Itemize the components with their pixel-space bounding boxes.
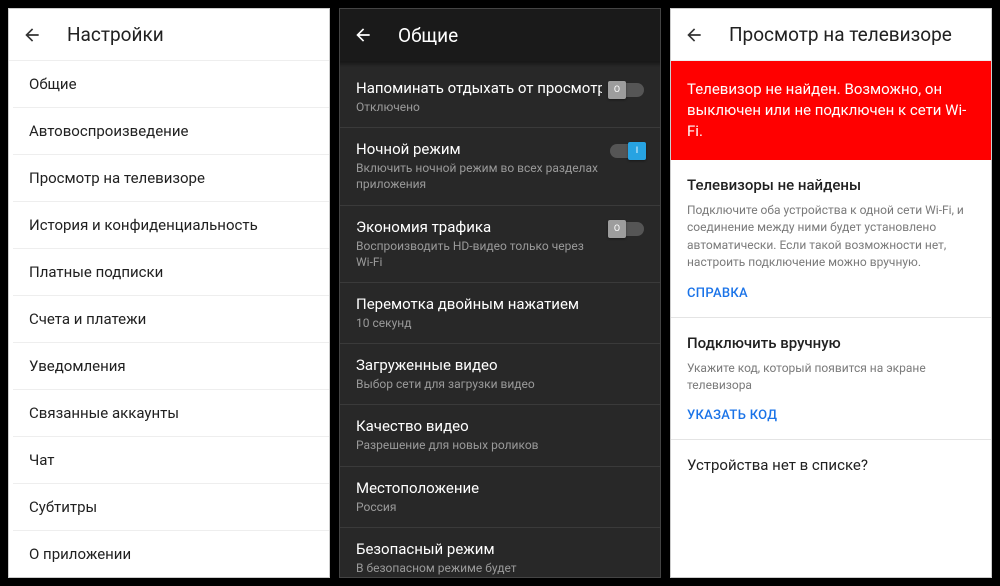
- toggle[interactable]: I: [610, 144, 644, 158]
- section-title: Подключить вручную: [687, 334, 975, 352]
- settings-item-notifications[interactable]: Уведомления: [13, 343, 329, 390]
- row-title: Перемотка двойным нажатием: [356, 295, 644, 313]
- appbar: Настройки: [9, 9, 329, 61]
- settings-item-tv[interactable]: Просмотр на телевизоре: [13, 155, 329, 202]
- row-subtitle: Отключено: [356, 99, 602, 115]
- settings-item-accounts[interactable]: Связанные аккаунты: [13, 390, 329, 437]
- row-video-quality[interactable]: Качество видео Разрешение для новых роли…: [340, 405, 660, 466]
- row-title: Напоминать отдыхать от просмотра: [356, 79, 602, 97]
- help-link[interactable]: СПРАВКА: [687, 286, 748, 301]
- row-subtitle: Воспроизводить HD-видео только через Wi-…: [356, 238, 602, 270]
- screen-tv: Просмотр на телевизоре Телевизор не найд…: [670, 8, 992, 578]
- row-title: Местоположение: [356, 479, 644, 497]
- page-title: Просмотр на телевизоре: [729, 23, 952, 46]
- row-title: Ночной режим: [356, 140, 602, 158]
- settings-item-subtitles[interactable]: Субтитры: [13, 484, 329, 531]
- toggle-knob: O: [608, 220, 626, 238]
- row-downloads[interactable]: Загруженные видео Выбор сети для загрузк…: [340, 344, 660, 405]
- section-title: Устройства нет в списке?: [687, 456, 975, 474]
- row-location[interactable]: Местоположение Россия: [340, 467, 660, 528]
- row-title: Загруженные видео: [356, 356, 644, 374]
- settings-item-general[interactable]: Общие: [13, 61, 329, 108]
- section-manual-connect: Подключить вручную Укажите код, который …: [671, 318, 991, 441]
- settings-item-billing[interactable]: Счета и платежи: [13, 296, 329, 343]
- row-subtitle: Выбор сети для загрузки видео: [356, 376, 644, 392]
- row-safe-mode[interactable]: Безопасный режим В безопасном режиме буд…: [340, 528, 660, 578]
- section-device-missing[interactable]: Устройства нет в списке?: [671, 440, 991, 490]
- row-subtitle: 10 секунд: [356, 315, 644, 331]
- page-title: Общие: [398, 24, 458, 47]
- back-arrow-icon[interactable]: [683, 24, 705, 46]
- appbar: Просмотр на телевизоре: [671, 9, 991, 61]
- row-title: Экономия трафика: [356, 218, 602, 236]
- settings-item-paid[interactable]: Платные подписки: [13, 249, 329, 296]
- row-subtitle: Включить ночной режим во всех разделах п…: [356, 160, 602, 192]
- row-double-tap-seek[interactable]: Перемотка двойным нажатием 10 секунд: [340, 283, 660, 344]
- back-arrow-icon[interactable]: [352, 24, 374, 46]
- row-subtitle: Россия: [356, 499, 644, 515]
- back-arrow-icon[interactable]: [21, 24, 43, 46]
- row-subtitle: Разрешение для новых роликов: [356, 437, 644, 453]
- toggle-knob: I: [628, 142, 646, 160]
- settings-item-history[interactable]: История и конфиденциальность: [13, 202, 329, 249]
- settings-item-autoplay[interactable]: Автовоспроизведение: [13, 108, 329, 155]
- screen-settings: Настройки Общие Автовоспроизведение Прос…: [8, 8, 330, 578]
- row-title: Качество видео: [356, 417, 644, 435]
- general-list: Напоминать отдыхать от просмотра Отключе…: [340, 67, 660, 578]
- section-title: Телевизоры не найдены: [687, 176, 975, 194]
- row-subtitle: В безопасном режиме будет скрыт контент,…: [356, 560, 546, 578]
- section-no-tv-found: Телевизоры не найдены Подключите оба уст…: [671, 160, 991, 318]
- row-dark-mode[interactable]: Ночной режим Включить ночной режим во вс…: [340, 128, 660, 205]
- appbar: Общие: [340, 9, 660, 61]
- error-banner: Телевизор не найден. Возможно, он выключ…: [671, 61, 991, 160]
- enter-code-link[interactable]: УКАЗАТЬ КОД: [687, 408, 777, 423]
- row-title: Безопасный режим: [356, 540, 602, 558]
- toggle[interactable]: O: [610, 83, 644, 97]
- section-description: Подключите оба устройства к одной сети W…: [687, 202, 975, 272]
- page-title: Настройки: [67, 23, 164, 46]
- section-description: Укажите код, который появится на экране …: [687, 360, 975, 395]
- screen-general: Общие Напоминать отдыхать от просмотра О…: [339, 8, 661, 578]
- toggle[interactable]: O: [610, 222, 644, 236]
- row-remind-break[interactable]: Напоминать отдыхать от просмотра Отключе…: [340, 67, 660, 128]
- settings-item-about[interactable]: О приложении: [13, 531, 329, 577]
- toggle-knob: O: [608, 81, 626, 99]
- row-data-saver[interactable]: Экономия трафика Воспроизводить HD-видео…: [340, 206, 660, 283]
- settings-item-chat[interactable]: Чат: [13, 437, 329, 484]
- settings-list: Общие Автовоспроизведение Просмотр на те…: [9, 61, 329, 577]
